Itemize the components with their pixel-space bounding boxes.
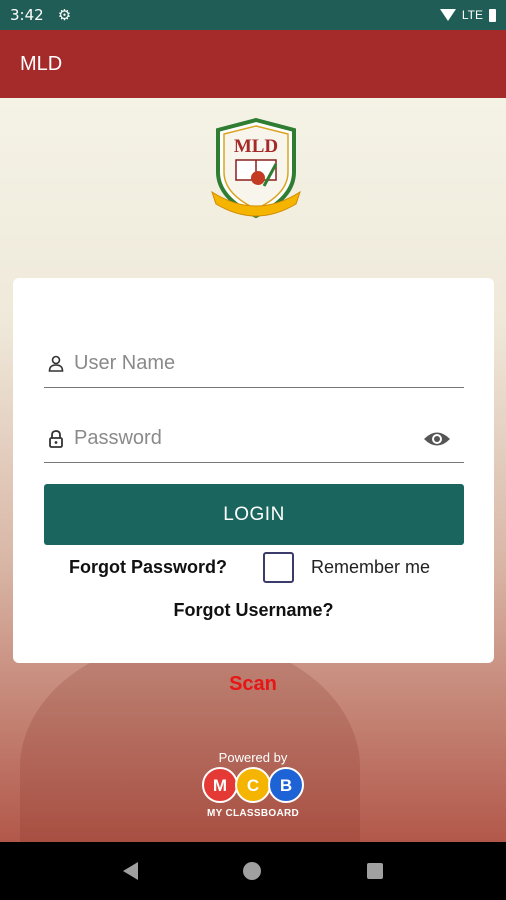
- badge-letter-b: B: [280, 776, 292, 795]
- badge-letter-c: C: [247, 776, 259, 795]
- remember-me-checkbox[interactable]: [263, 552, 294, 583]
- password-field[interactable]: [44, 415, 464, 463]
- forgot-username-link[interactable]: Forgot Username?: [13, 600, 494, 621]
- brand-name: MY CLASSBOARD: [206, 808, 300, 819]
- mcb-badge-logo: M C B: [202, 767, 304, 803]
- logo-text: MLD: [234, 136, 278, 157]
- home-icon[interactable]: [243, 862, 262, 880]
- username-field[interactable]: [44, 340, 464, 388]
- eye-icon[interactable]: [422, 427, 452, 451]
- powered-by-text: Powered by: [218, 750, 288, 765]
- status-bar: 3:42 ⚙ LTE: [0, 0, 506, 30]
- login-screen: MLD User Name LOGIN Forgot Password? Rem…: [0, 98, 506, 842]
- battery-icon: [489, 8, 496, 22]
- school-crest-logo: MLD: [211, 117, 301, 219]
- scan-link[interactable]: Scan: [0, 673, 506, 696]
- system-nav-bar: [0, 842, 506, 900]
- forgot-password-link[interactable]: Forgot Password?: [69, 557, 227, 578]
- person-icon: [46, 353, 66, 375]
- username-input[interactable]: [74, 343, 464, 384]
- badge-letter-m: M: [213, 776, 227, 795]
- recents-icon[interactable]: [367, 863, 384, 879]
- app-title: MLD: [20, 52, 63, 75]
- status-indicators: LTE: [439, 8, 496, 22]
- settings-gear-icon: ⚙: [57, 7, 72, 24]
- lock-icon: [46, 428, 66, 450]
- app-bar: MLD: [0, 30, 506, 98]
- login-card: LOGIN Forgot Password? Remember me Forgo…: [13, 278, 494, 663]
- remember-me-label[interactable]: Remember me: [311, 557, 430, 578]
- login-button[interactable]: LOGIN: [44, 484, 464, 545]
- network-type-label: LTE: [461, 8, 483, 22]
- password-input[interactable]: [74, 418, 422, 459]
- wifi-icon: [439, 9, 456, 21]
- back-icon[interactable]: [122, 862, 138, 880]
- status-time: 3:42: [10, 6, 44, 24]
